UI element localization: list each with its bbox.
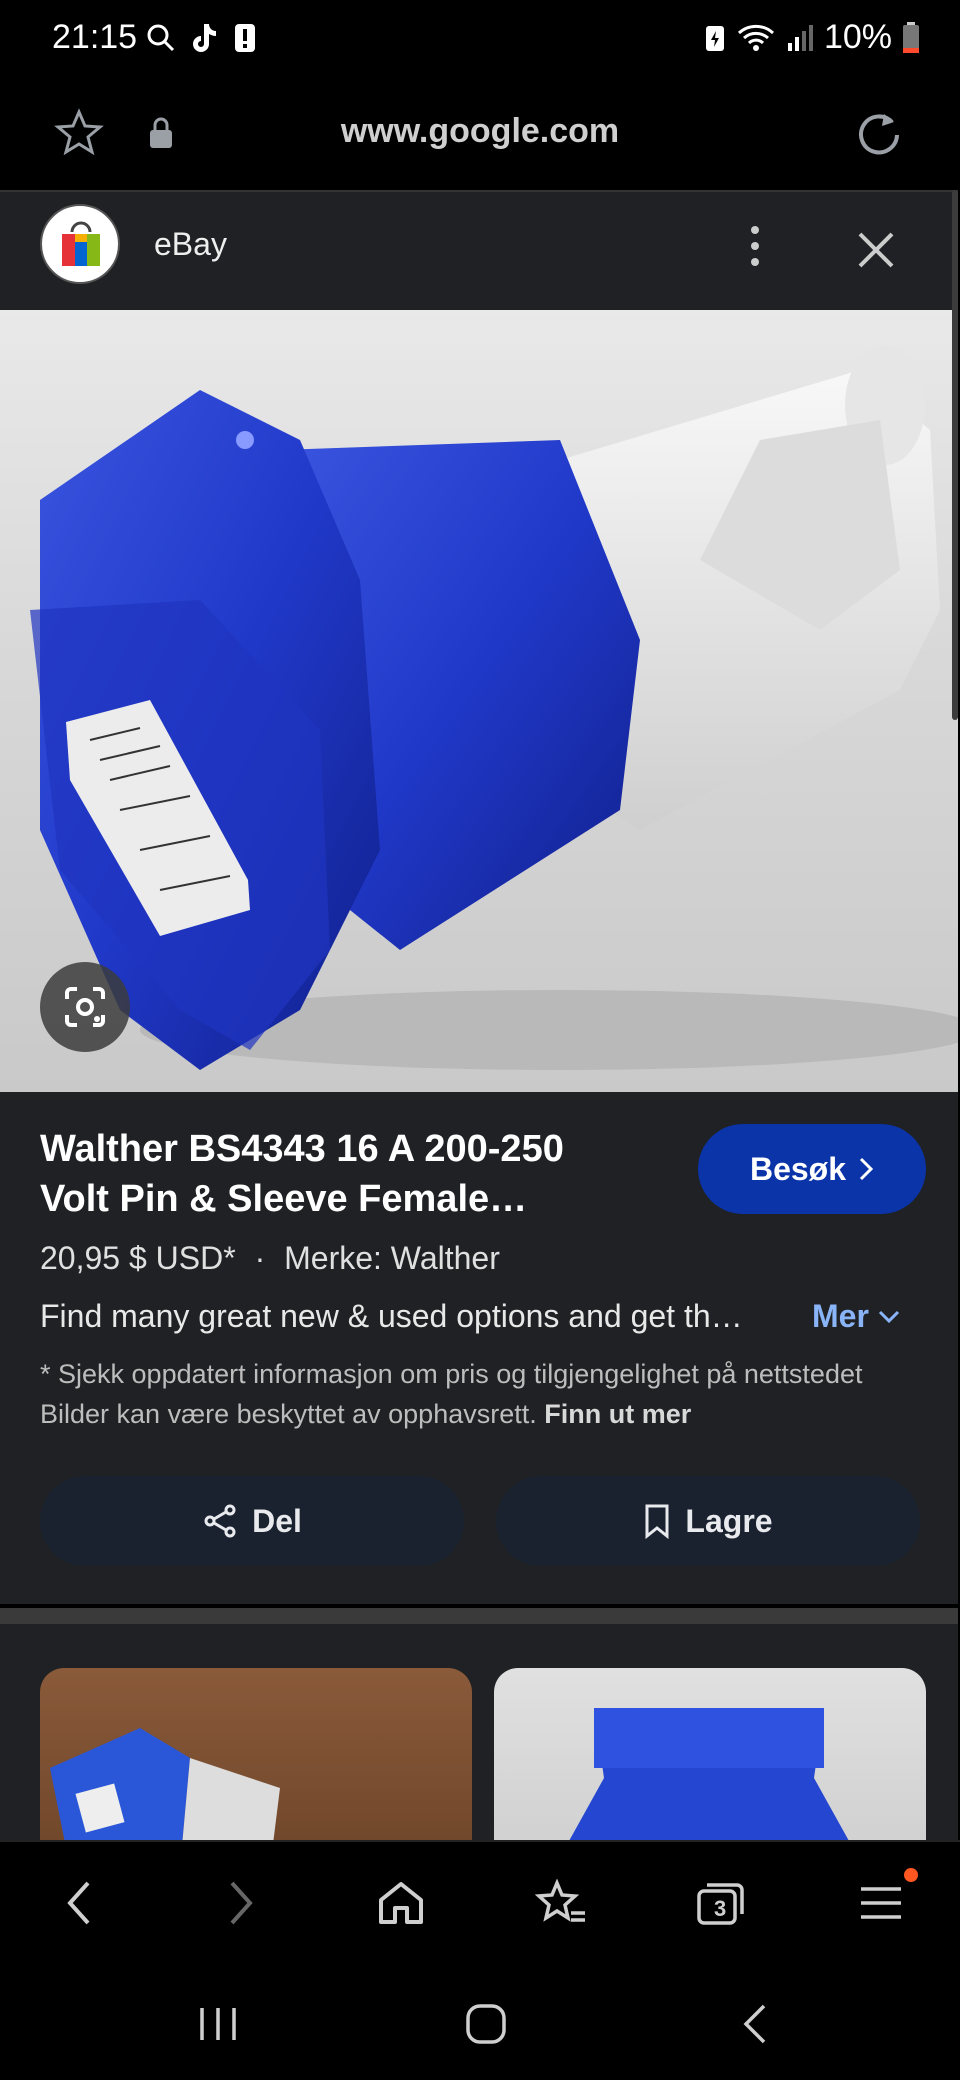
save-button[interactable]: Lagre	[496, 1476, 920, 1566]
brand: Merke: Walther	[284, 1240, 500, 1276]
back-icon	[67, 1881, 90, 1925]
tiktok-icon	[193, 24, 216, 52]
notification-dot	[904, 1868, 918, 1882]
url-bar: www.google.com	[0, 84, 960, 188]
learn-more-link[interactable]: Finn ut mer	[544, 1399, 691, 1429]
tab-count: 3	[714, 1896, 727, 1921]
save-label: Lagre	[685, 1502, 773, 1539]
scrollbar[interactable]	[952, 190, 958, 720]
bookmarks-button[interactable]	[526, 1868, 596, 1938]
share-button[interactable]: Del	[40, 1476, 464, 1566]
home-button[interactable]	[366, 1868, 436, 1938]
disclaimer-note: * Sjekk oppdatert informasjon om pris og…	[40, 1354, 930, 1434]
visit-button[interactable]: Besøk	[698, 1124, 926, 1214]
shopping-bag-icon	[62, 221, 100, 266]
related-photo-2	[569, 1708, 849, 1840]
bookmark-icon	[645, 1504, 669, 1539]
product-info-panel: Walther BS4343 16 A 200-250 Volt Pin & S…	[0, 1092, 958, 1604]
wifi-icon	[737, 24, 774, 51]
site-name[interactable]: eBay	[154, 226, 227, 263]
product-image[interactable]	[0, 310, 958, 1092]
forward-icon	[230, 1881, 253, 1925]
related-image-2[interactable]	[494, 1668, 926, 1840]
status-bar: 21:15 10%	[0, 0, 960, 84]
system-navigation	[0, 1962, 960, 2080]
hamburger-menu-icon	[861, 1887, 901, 1919]
related-image-1[interactable]	[40, 1668, 472, 1840]
battery-saver-icon	[705, 25, 724, 51]
search-icon	[147, 24, 175, 52]
ebay-logo	[40, 204, 120, 284]
more-button[interactable]: Mer	[812, 1298, 901, 1335]
share-label: Del	[252, 1502, 302, 1539]
forward-button[interactable]	[206, 1868, 276, 1938]
chevron-down-icon	[878, 1310, 899, 1323]
tabs-button[interactable]: 3	[686, 1868, 756, 1938]
browser-toolbar: 3	[0, 1840, 960, 1964]
related-images	[0, 1624, 958, 1840]
chevron-right-icon	[859, 1157, 874, 1181]
disclaimer-text: * Sjekk oppdatert informasjon om pris og…	[40, 1359, 863, 1429]
site-header: eBay	[0, 190, 958, 310]
google-lens-icon	[65, 987, 105, 1027]
product-photo	[30, 345, 958, 1070]
battery-percent: 10%	[823, 18, 892, 56]
close-icon[interactable]	[854, 228, 898, 272]
home-nav-icon[interactable]	[464, 2002, 508, 2046]
more-vert-icon[interactable]	[740, 222, 770, 272]
back-nav-icon[interactable]	[740, 2002, 770, 2046]
price-line: 20,95 $ USD* · Merke: Walther	[40, 1240, 500, 1277]
bookmarks-star-icon	[535, 1879, 585, 1922]
price: 20,95 $ USD*	[40, 1240, 236, 1276]
url-text[interactable]: www.google.com	[0, 112, 960, 151]
product-title[interactable]: Walther BS4343 16 A 200-250 Volt Pin & S…	[40, 1124, 640, 1224]
home-icon	[379, 1882, 423, 1924]
signal-icon	[787, 24, 813, 51]
status-right: 10%	[704, 18, 920, 57]
lens-button[interactable]	[40, 962, 130, 1052]
status-time: 21:15	[52, 18, 138, 56]
section-divider	[0, 1608, 958, 1624]
menu-button[interactable]	[846, 1868, 918, 1938]
separator-dot: ·	[254, 1240, 266, 1276]
visit-label: Besøk	[749, 1150, 847, 1187]
alert-icon	[235, 24, 255, 52]
recent-apps-icon[interactable]	[196, 2004, 240, 2044]
more-label: Mer	[812, 1298, 869, 1334]
notification-icons	[146, 22, 256, 54]
reload-icon[interactable]	[854, 108, 904, 158]
product-description: Find many great new & used options and g…	[40, 1298, 743, 1334]
related-photo-1	[50, 1728, 280, 1840]
battery-icon	[903, 21, 919, 53]
back-button[interactable]	[44, 1868, 114, 1938]
share-icon	[204, 1504, 236, 1538]
